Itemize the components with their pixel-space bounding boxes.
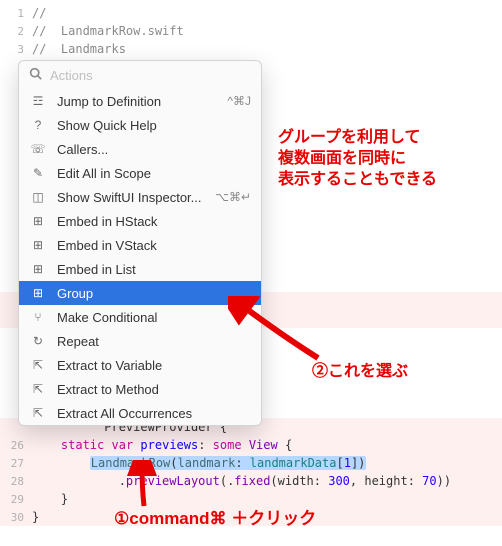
menu-item-label: Embed in VStack [57, 238, 157, 253]
menu-item-callers[interactable]: ☏ Callers... [19, 137, 261, 161]
menu-item-label: Embed in List [57, 262, 136, 277]
menu-item-shortcut: ⌥⌘↵ [215, 190, 251, 204]
code-text: static var previews: some View { [32, 438, 502, 452]
annotation-group-explain: グループを利用して 複数画面を同時に 表示することもできる [278, 128, 437, 190]
line-number: 27 [0, 457, 32, 470]
menu-item-icon: ⑂ [29, 310, 47, 324]
menu-item-icon: ☲ [29, 94, 47, 108]
menu-item-label: Group [57, 286, 93, 301]
code-line[interactable]: 1// [0, 4, 502, 22]
annotation-choose-this: ②これを選ぶ [312, 362, 408, 383]
menu-item-shortcut: ^⌘J [227, 94, 251, 108]
code-text: } [32, 492, 502, 506]
line-number: 3 [0, 43, 32, 56]
menu-item-icon: ✎ [29, 166, 47, 180]
menu-item-icon: ↻ [29, 334, 47, 348]
menu-item-label: Embed in HStack [57, 214, 157, 229]
menu-item-label: Repeat [57, 334, 99, 349]
menu-item-extract-to-method[interactable]: ⇱ Extract to Method [19, 377, 261, 401]
popover-search-row [19, 61, 261, 89]
menu-item-label: Jump to Definition [57, 94, 161, 109]
code-line[interactable]: 29 } [0, 490, 502, 508]
code-line[interactable]: 3// Landmarks [0, 40, 502, 58]
code-text: // Landmarks [32, 42, 502, 56]
popover-search-input[interactable] [50, 68, 251, 83]
menu-item-edit-all-in-scope[interactable]: ✎ Edit All in Scope [19, 161, 261, 185]
menu-item-icon: ⇱ [29, 382, 47, 396]
menu-item-icon: ⊞ [29, 262, 47, 276]
menu-item-icon: ⊞ [29, 214, 47, 228]
code-line[interactable]: 28 .previewLayout(.fixed(width: 300, hei… [0, 472, 502, 490]
code-line[interactable]: 27 LandmarkRow(landmark: landmarkData[1]… [0, 454, 502, 472]
menu-item-icon: ⇱ [29, 358, 47, 372]
menu-item-icon: ? [29, 118, 47, 132]
menu-item-label: Show SwiftUI Inspector... [57, 190, 202, 205]
menu-item-repeat[interactable]: ↻ Repeat [19, 329, 261, 353]
line-number: 28 [0, 475, 32, 488]
menu-item-make-conditional[interactable]: ⑂ Make Conditional [19, 305, 261, 329]
menu-item-label: Extract to Variable [57, 358, 162, 373]
code-line[interactable]: 26 static var previews: some View { [0, 436, 502, 454]
menu-item-label: Extract to Method [57, 382, 159, 397]
menu-item-icon: ⊞ [29, 238, 47, 252]
line-number: 29 [0, 493, 32, 506]
menu-item-label: Show Quick Help [57, 118, 157, 133]
menu-item-jump-to-definition[interactable]: ☲ Jump to Definition ^⌘J [19, 89, 261, 113]
menu-item-extract-to-variable[interactable]: ⇱ Extract to Variable [19, 353, 261, 377]
menu-item-icon: ⊞ [29, 286, 47, 300]
line-number: 2 [0, 25, 32, 38]
action-popover: ☲ Jump to Definition ^⌘J? Show Quick Help ☏ C… [18, 60, 262, 426]
code-text: .previewLayout(.fixed(width: 300, height… [32, 474, 502, 488]
menu-item-label: Callers... [57, 142, 108, 157]
code-text: // [32, 6, 502, 20]
menu-item-extract-all-occurrences[interactable]: ⇱ Extract All Occurrences [19, 401, 261, 425]
code-line[interactable]: 2// LandmarkRow.swift [0, 22, 502, 40]
line-number: 26 [0, 439, 32, 452]
code-text: LandmarkRow(landmark: landmarkData[1]) [32, 456, 502, 470]
menu-item-label: Make Conditional [57, 310, 157, 325]
menu-item-icon: ☏ [29, 142, 47, 156]
menu-item-label: Extract All Occurrences [57, 406, 192, 421]
code-text: // LandmarkRow.swift [32, 24, 502, 38]
line-number: 30 [0, 511, 32, 524]
menu-item-show-swiftui-inspector[interactable]: ◫ Show SwiftUI Inspector... ⌥⌘↵ [19, 185, 261, 209]
menu-item-icon: ◫ [29, 190, 47, 204]
annotation-cmd-click: ①command⌘ ＋クリック [114, 508, 316, 530]
menu-item-embed-in-hstack[interactable]: ⊞ Embed in HStack [19, 209, 261, 233]
menu-item-embed-in-vstack[interactable]: ⊞ Embed in VStack [19, 233, 261, 257]
menu-item-icon: ⇱ [29, 406, 47, 420]
menu-item-group[interactable]: ⊞ Group [19, 281, 261, 305]
menu-item-show-quick-help[interactable]: ? Show Quick Help [19, 113, 261, 137]
line-number: 1 [0, 7, 32, 20]
search-icon [29, 67, 42, 83]
menu-item-label: Edit All in Scope [57, 166, 151, 181]
menu-item-embed-in-list[interactable]: ⊞ Embed in List [19, 257, 261, 281]
